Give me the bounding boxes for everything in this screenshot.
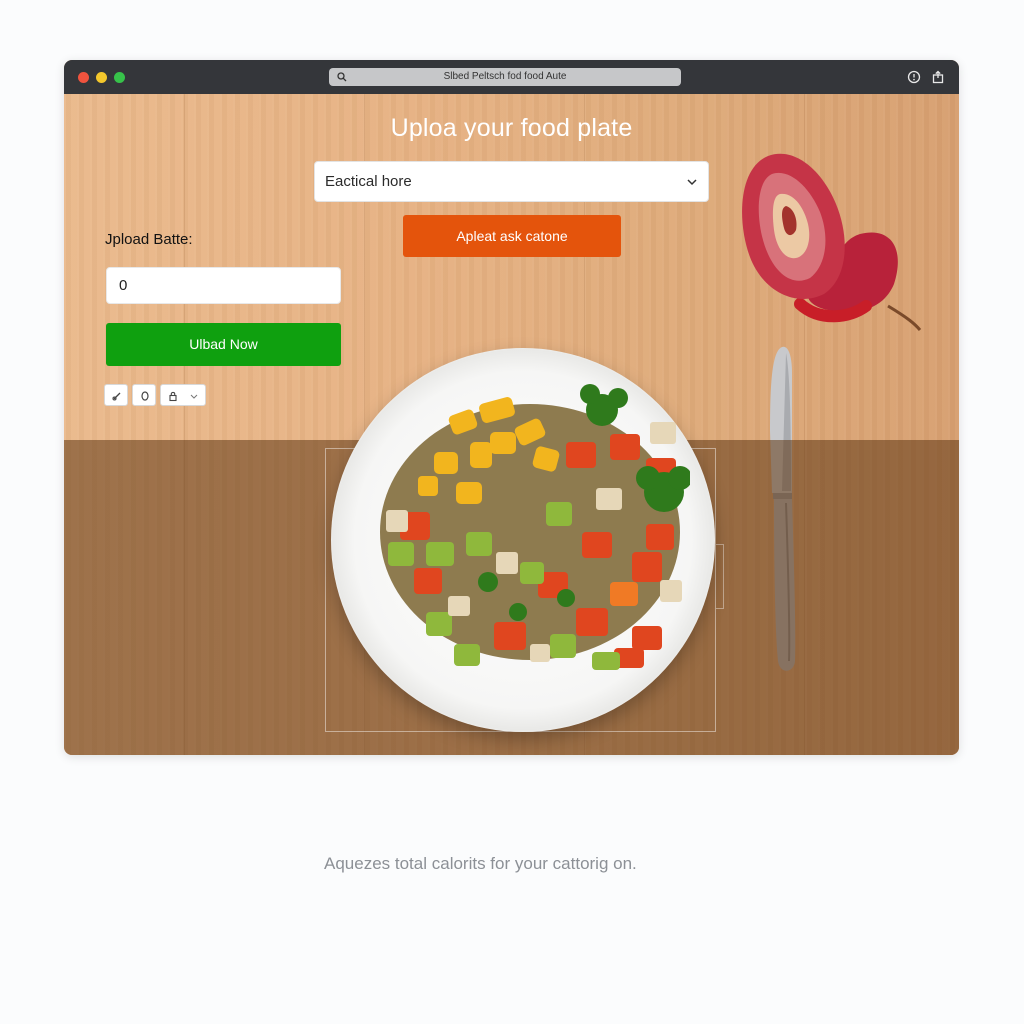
close-window-button[interactable] bbox=[78, 72, 89, 83]
info-icon[interactable] bbox=[907, 70, 921, 84]
title-bar: Slbed Peltsch fod food Aute bbox=[64, 60, 959, 94]
upload-now-button[interactable]: Ulbad Now bbox=[106, 323, 341, 366]
pen-tool-button[interactable] bbox=[104, 384, 128, 406]
crop-resize-handle[interactable] bbox=[716, 544, 724, 609]
address-bar[interactable]: Slbed Peltsch fod food Aute bbox=[329, 68, 681, 86]
circle-icon bbox=[141, 391, 149, 401]
page-title: Uploa your food plate bbox=[390, 114, 633, 142]
food-salad-image bbox=[380, 384, 690, 670]
lock-dropdown-button[interactable] bbox=[160, 384, 206, 406]
minimize-window-button[interactable] bbox=[96, 72, 107, 83]
dropdown-value: Eactical hore bbox=[325, 173, 412, 190]
analyze-calories-button[interactable]: Apleat ask catone bbox=[403, 215, 621, 257]
browser-window: Slbed Peltsch fod food Aute Uploa your f… bbox=[64, 60, 959, 755]
upload-label: Jpload Batte: bbox=[105, 231, 193, 248]
shape-tool-button[interactable] bbox=[132, 384, 156, 406]
food-type-dropdown[interactable]: Eactical hore bbox=[314, 161, 709, 202]
search-icon bbox=[337, 72, 347, 82]
pen-icon bbox=[112, 392, 121, 401]
chevron-down-icon bbox=[190, 394, 198, 399]
calorie-caption: Aquezes total calorits for your cattorig… bbox=[324, 854, 637, 873]
chevron-down-icon bbox=[687, 179, 697, 186]
sliced-fruit-image bbox=[742, 153, 922, 331]
maximize-window-button[interactable] bbox=[114, 72, 125, 83]
lock-icon bbox=[169, 391, 177, 402]
address-text: Slbed Peltsch fod food Aute bbox=[443, 71, 567, 82]
share-icon[interactable] bbox=[931, 70, 945, 84]
upload-batch-input[interactable]: 0 bbox=[106, 267, 341, 304]
